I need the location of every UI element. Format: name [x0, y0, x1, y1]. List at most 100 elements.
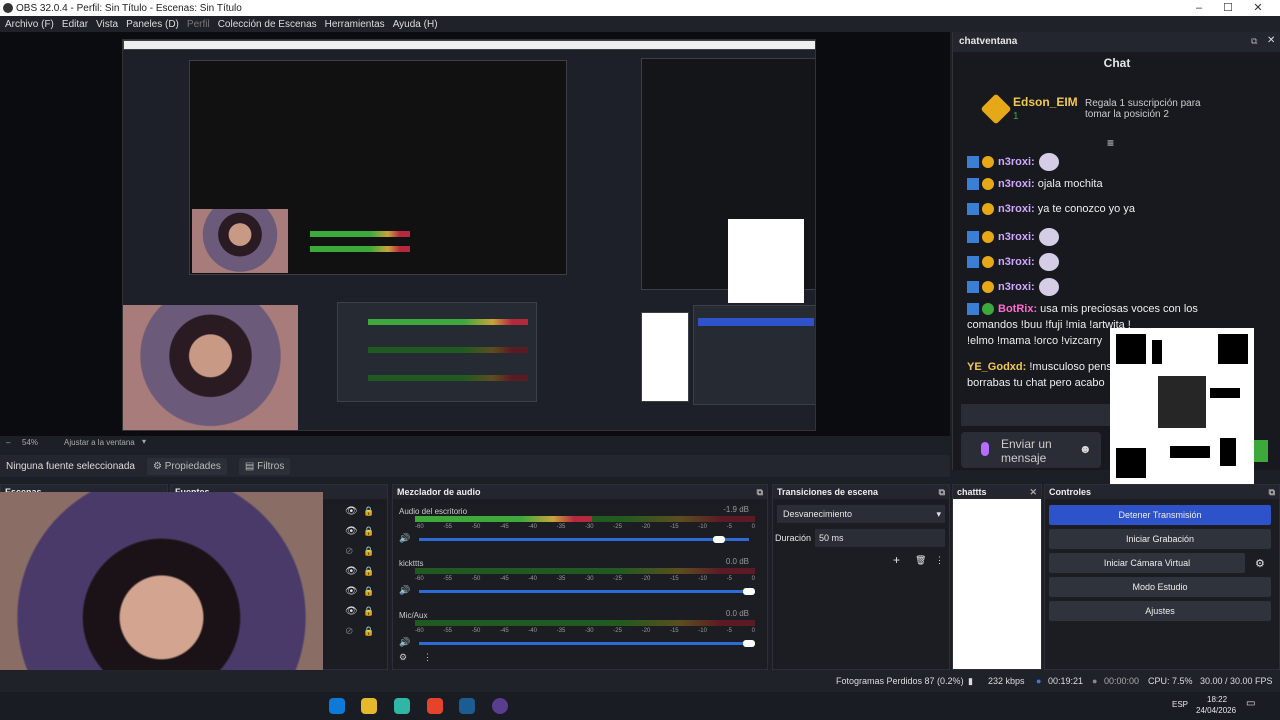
menu-scene-collection[interactable]: Colección de Escenas — [218, 19, 317, 30]
close-dock-icon[interactable]: ✕ — [1267, 35, 1275, 46]
copilot-icon[interactable] — [394, 698, 410, 714]
volume-slider[interactable] — [419, 538, 749, 541]
menu-edit[interactable]: Editar — [62, 19, 88, 30]
trash-icon[interactable]: 🗑 — [915, 555, 926, 566]
volume-slider[interactable] — [419, 590, 749, 593]
send-button[interactable] — [1254, 440, 1268, 462]
studio-mode-button[interactable]: Modo Estudio — [1049, 577, 1271, 597]
lock-icon[interactable]: 🔒 — [363, 586, 374, 597]
undock-icon[interactable]: ⧉ — [939, 485, 945, 499]
undock-icon[interactable]: ⧉ — [1269, 485, 1275, 499]
chat-user[interactable]: YE_Godxd: — [967, 361, 1026, 373]
maximize-button[interactable]: ☐ — [1213, 0, 1243, 16]
undock-icon[interactable]: ⧉ — [1251, 36, 1257, 47]
chat-text: ojala mochita — [1037, 178, 1103, 190]
eye-hidden-icon[interactable]: ⊘ — [345, 546, 353, 557]
properties-button[interactable]: ⚙ Propiedades — [146, 457, 227, 475]
sub-badge-icon — [982, 281, 994, 293]
lock-icon[interactable]: 🔒 — [363, 626, 374, 637]
start-recording-button[interactable]: Iniciar Grabación — [1049, 529, 1271, 549]
stop-stream-button[interactable]: Detener Transmisión — [1049, 505, 1271, 525]
nested-meter — [310, 231, 410, 237]
speaker-icon[interactable]: 🔊 — [399, 637, 410, 648]
eye-icon[interactable]: 👁 — [345, 606, 358, 617]
audio-meter-level — [415, 516, 592, 522]
eye-hidden-icon[interactable]: ⊘ — [345, 626, 353, 637]
mixer-channel: Mic/Aux 0.0 dB -60 -55 -50 -45 -40 -35 -30 -25-… — [399, 609, 759, 647]
brave-icon[interactable] — [427, 698, 443, 714]
vip-badge-icon — [967, 156, 979, 168]
volume-knob[interactable] — [743, 588, 755, 595]
chat-text: borrabas tu chat pero acabo — [967, 377, 1105, 389]
close-button[interactable]: ✕ — [1243, 0, 1273, 16]
transitions-dock: Transiciones de escena ⧉ Desvanecimiento ▾… — [772, 484, 950, 670]
menu-file[interactable]: Archivo (F) — [5, 19, 54, 30]
language-indicator[interactable]: ESP — [1172, 700, 1188, 709]
eye-icon[interactable]: 👁 — [345, 506, 358, 517]
sub-badge-icon — [982, 203, 994, 216]
lock-icon[interactable]: 🔒 — [363, 546, 374, 557]
filters-button[interactable]: ▤ Filtros — [238, 457, 291, 475]
mixer-settings-icon[interactable]: ⚙ — [399, 652, 407, 663]
duration-input[interactable]: 50 ms — [815, 529, 945, 547]
mic-icon[interactable] — [981, 442, 989, 456]
notifications-icon[interactable]: ▭ — [1246, 698, 1255, 709]
menu-docks[interactable]: Paneles (D) — [126, 19, 179, 30]
fit-to-window[interactable]: Ajustar a la ventana — [64, 438, 135, 447]
vip-badge-icon — [967, 303, 979, 316]
close-icon[interactable]: ✕ — [1029, 485, 1037, 499]
chat-user[interactable]: BotRix: — [998, 303, 1037, 315]
lock-icon[interactable]: 🔒 — [363, 606, 374, 617]
lock-icon[interactable]: 🔒 — [363, 526, 374, 537]
chat-user[interactable]: n3roxi: — [998, 178, 1035, 190]
volume-slider[interactable] — [419, 642, 749, 645]
tick-label: -45 — [499, 576, 509, 582]
chat-filter-icon[interactable]: ≡ — [1107, 136, 1114, 150]
emote-icon — [1038, 228, 1059, 246]
channel-name: kickttts — [399, 559, 424, 568]
menu-dots-icon[interactable]: ⋮ — [935, 555, 944, 566]
settings-button[interactable]: Ajustes — [1049, 601, 1271, 621]
transition-select[interactable]: Desvanecimiento ▾ — [777, 505, 945, 523]
volume-knob[interactable] — [713, 536, 726, 543]
emoji-icon[interactable]: ☻ — [1079, 442, 1092, 456]
chat-user[interactable]: n3roxi: — [998, 203, 1035, 215]
nested-controls — [693, 305, 815, 405]
add-icon[interactable]: + — [893, 553, 900, 567]
eye-icon[interactable]: 👁 — [345, 526, 358, 537]
zoom-out-icon[interactable]: – — [6, 438, 10, 447]
eye-icon[interactable]: 👁 — [345, 566, 358, 577]
menu-profile[interactable]: Perfil — [187, 19, 210, 30]
speaker-icon[interactable]: 🔊 — [399, 533, 410, 544]
tick-label: -60 — [415, 576, 424, 582]
steam-icon[interactable] — [459, 698, 475, 714]
tick-label: -40 — [528, 524, 537, 530]
clock-time[interactable]: 18:22 — [1207, 695, 1227, 704]
lock-icon[interactable]: 🔒 — [363, 506, 374, 517]
chat-user[interactable]: n3roxi: — [998, 281, 1035, 293]
eye-icon[interactable]: 👁 — [345, 586, 358, 597]
emote-strip[interactable] — [961, 404, 1111, 426]
speaker-icon[interactable]: 🔊 — [399, 585, 410, 596]
menu-help[interactable]: Ayuda (H) — [393, 19, 438, 30]
chat-user[interactable]: n3roxi: — [998, 256, 1035, 268]
chevron-down-icon[interactable]: ▾ — [142, 437, 146, 446]
minimize-button[interactable]: – — [1184, 0, 1214, 16]
menu-tools[interactable]: Herramientas — [325, 19, 385, 30]
chat-user[interactable]: n3roxi: — [998, 156, 1035, 168]
menu-view[interactable]: Vista — [96, 19, 118, 30]
lock-icon[interactable]: 🔒 — [363, 566, 374, 577]
undock-icon[interactable]: ⧉ — [757, 485, 763, 499]
edge-icon[interactable] — [329, 698, 345, 714]
chat-user[interactable]: n3roxi: — [998, 231, 1035, 243]
mixer-menu-icon[interactable]: ⋮ — [423, 652, 432, 663]
virtual-camera-settings-icon[interactable]: ⚙ — [1255, 557, 1265, 570]
file-explorer-icon[interactable] — [361, 698, 377, 714]
volume-knob[interactable] — [743, 640, 755, 647]
obs-taskbar-icon[interactable] — [492, 698, 508, 714]
clock-date[interactable]: 24/04/2026 — [1196, 706, 1236, 715]
chat-input[interactable]: Enviar un mensaje ☻ — [961, 432, 1101, 468]
tick-label: 0 — [751, 628, 755, 634]
properties-label: Propiedades — [164, 460, 221, 472]
start-virtual-camera-button[interactable]: Iniciar Cámara Virtual — [1049, 553, 1245, 573]
